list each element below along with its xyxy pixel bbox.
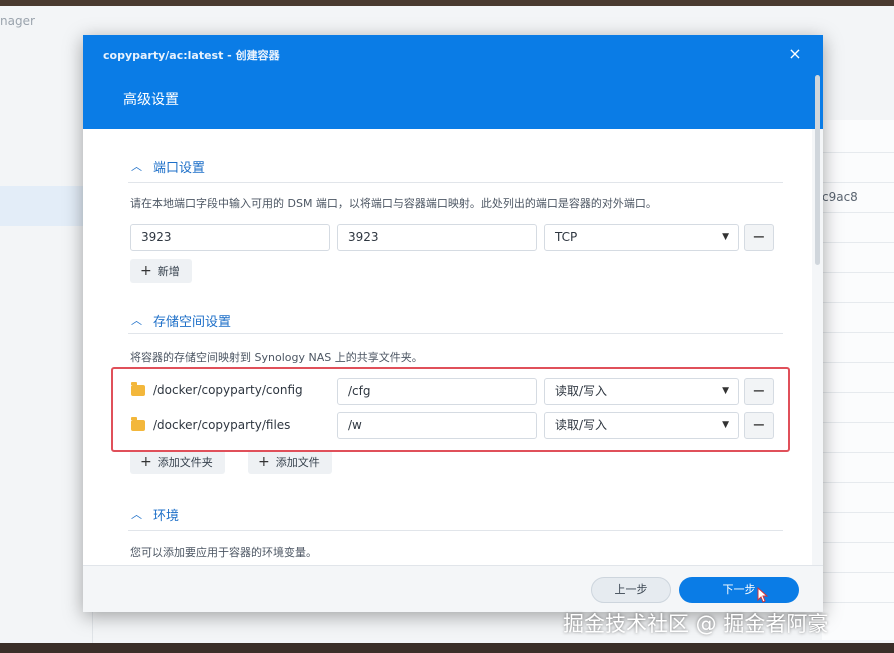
add-file-button[interactable]: + 添加文件 <box>248 450 332 474</box>
next-button[interactable]: 下一步 <box>679 577 799 603</box>
chevron-up-icon: ︿ <box>131 313 142 327</box>
add-folder-label: 添加文件夹 <box>157 456 213 469</box>
storage-settings-section-toggle[interactable]: ︿ 存储空间设置 <box>131 311 232 331</box>
protocol-select[interactable]: TCP ▼ <box>544 224 739 251</box>
caret-down-icon: ▼ <box>722 420 729 430</box>
caret-down-icon: ▼ <box>722 232 729 242</box>
folder-icon <box>131 416 145 431</box>
section-divider <box>128 333 783 334</box>
minus-icon: − <box>752 415 766 434</box>
storage-folder-row[interactable]: /docker/copyparty/config <box>131 381 303 397</box>
chevron-up-icon: ︿ <box>131 159 142 173</box>
scrollbar-thumb[interactable] <box>815 75 820 265</box>
add-file-label: 添加文件 <box>275 456 320 469</box>
storage-folder-path: /docker/copyparty/config <box>153 383 303 397</box>
permission-select-value: 读取/写入 <box>555 418 608 432</box>
container-port-input[interactable]: 3923 <box>337 224 537 251</box>
background-bottom-strip <box>0 643 894 653</box>
create-container-dialog: copyparty/ac:latest - 创建容器 × 高级设置 ︿ 端口设置… <box>83 35 823 612</box>
add-folder-button[interactable]: + 添加文件夹 <box>130 450 225 474</box>
storage-folder-path: /docker/copyparty/files <box>153 418 291 432</box>
mount-path-input[interactable]: /cfg <box>337 378 537 405</box>
port-settings-description: 请在本地端口字段中输入可用的 DSM 端口，以将端口与容器端口映射。此处列出的端… <box>130 197 657 210</box>
background-app-title: nager <box>0 14 35 28</box>
plus-icon: + <box>258 454 270 470</box>
folder-icon <box>131 381 145 396</box>
environment-title: 环境 <box>153 509 180 524</box>
background-divider <box>92 610 93 643</box>
watermark-text: 掘金技术社区 @ 掘金者阿豪 <box>563 612 829 636</box>
storage-settings-title: 存储空间设置 <box>153 315 232 330</box>
port-settings-section-toggle[interactable]: ︿ 端口设置 <box>131 157 206 177</box>
dialog-subtitle: 高级设置 <box>123 92 179 108</box>
background-container-id: c9ac8 <box>822 190 858 204</box>
permission-select-value: 读取/写入 <box>555 384 608 398</box>
minus-icon: − <box>752 381 766 400</box>
storage-settings-description: 将容器的存储空间映射到 Synology NAS 上的共享文件夹。 <box>130 351 423 364</box>
chevron-up-icon: ︿ <box>131 507 142 521</box>
permission-select[interactable]: 读取/写入 ▼ <box>544 412 739 439</box>
storage-folder-row[interactable]: /docker/copyparty/files <box>131 416 291 432</box>
environment-section-toggle[interactable]: ︿ 环境 <box>131 505 180 525</box>
environment-description: 您可以添加要应用于容器的环境变量。 <box>130 546 317 559</box>
dialog-header: copyparty/ac:latest - 创建容器 × 高级设置 <box>83 35 823 129</box>
cursor-icon <box>757 587 769 603</box>
add-port-button[interactable]: + 新增 <box>130 259 192 283</box>
add-port-label: 新增 <box>157 265 180 278</box>
mount-path-input[interactable]: /w <box>337 412 537 439</box>
caret-down-icon: ▼ <box>722 386 729 396</box>
port-settings-title: 端口设置 <box>153 161 206 176</box>
remove-port-button[interactable]: − <box>744 224 774 251</box>
remove-storage-button[interactable]: − <box>744 378 774 405</box>
close-icon[interactable]: × <box>785 44 805 64</box>
dialog-title: copyparty/ac:latest - 创建容器 <box>103 49 280 62</box>
previous-button[interactable]: 上一步 <box>591 577 671 603</box>
background-selected-nav-item[interactable] <box>0 186 84 226</box>
protocol-select-value: TCP <box>555 230 578 244</box>
section-divider <box>128 530 783 531</box>
plus-icon: + <box>140 263 152 279</box>
remove-storage-button[interactable]: − <box>744 412 774 439</box>
section-divider <box>128 182 783 183</box>
permission-select[interactable]: 读取/写入 ▼ <box>544 378 739 405</box>
minus-icon: − <box>752 227 766 246</box>
local-port-input[interactable]: 3923 <box>130 224 330 251</box>
plus-icon: + <box>140 454 152 470</box>
dialog-footer: 上一步 下一步 <box>83 565 823 612</box>
